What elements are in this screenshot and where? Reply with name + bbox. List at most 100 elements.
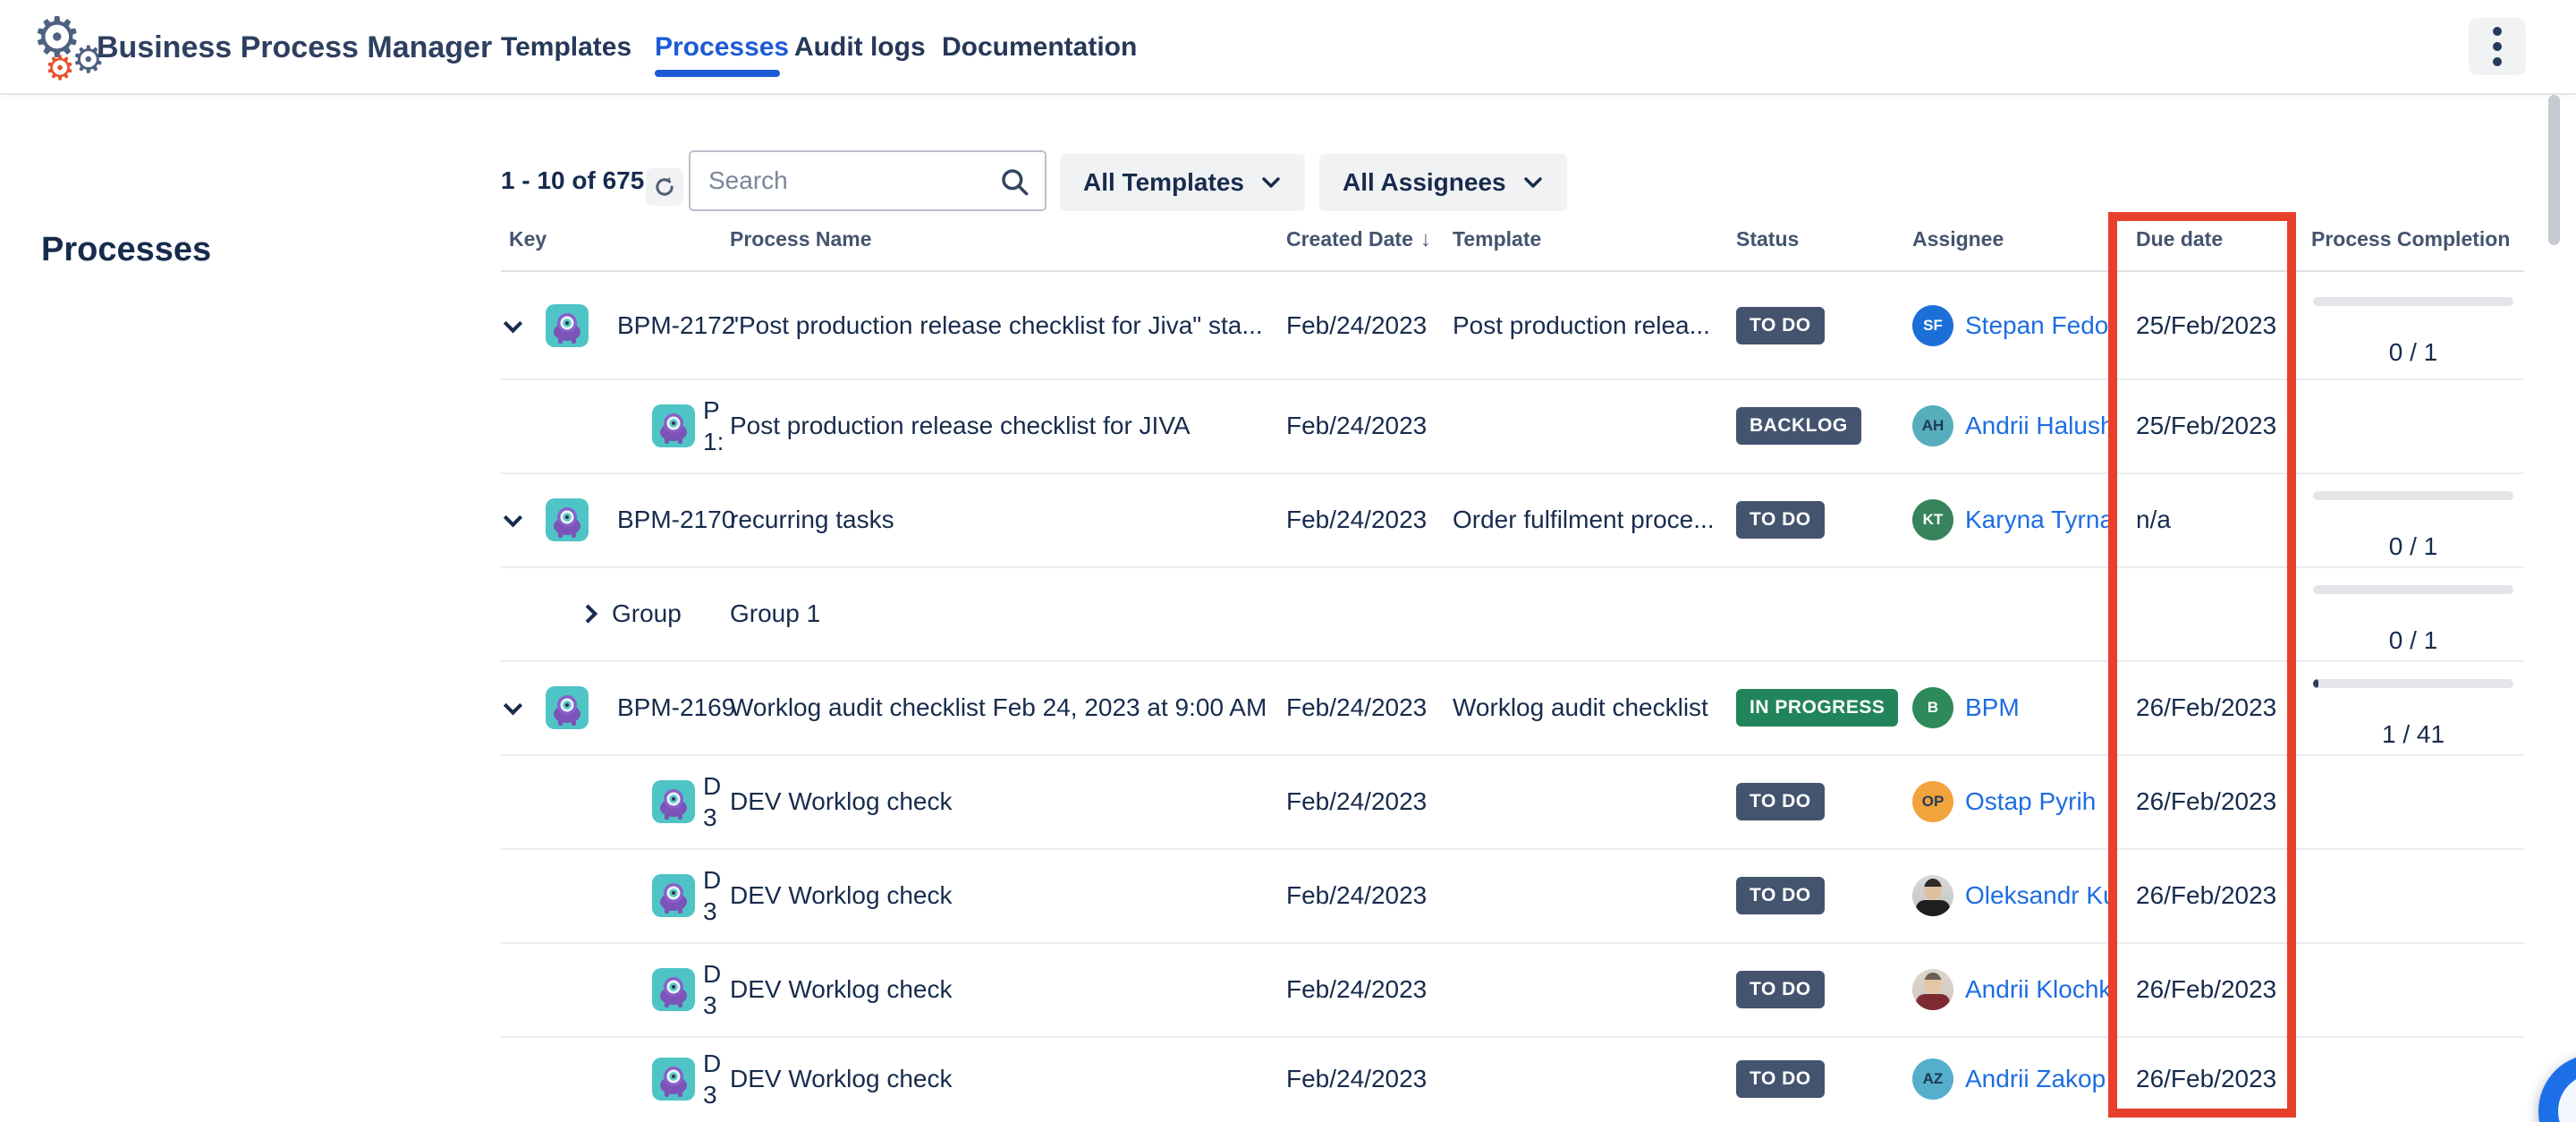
due-date: 26/Feb/2023 bbox=[2136, 787, 2276, 816]
process-icon bbox=[546, 686, 589, 729]
assignee-link[interactable]: Oleksandr Ku bbox=[1965, 881, 2115, 910]
progress-bar bbox=[2313, 297, 2513, 306]
avatar: SF bbox=[1912, 305, 1953, 346]
assignee-link[interactable]: Andrii Klochk bbox=[1965, 975, 2115, 1004]
chevron-down-icon[interactable] bbox=[504, 508, 522, 527]
assignee-link[interactable]: BPM bbox=[1965, 693, 2115, 722]
active-tab-underline bbox=[655, 70, 780, 77]
process-name[interactable]: Worklog audit checklist Feb 24, 2023 at … bbox=[730, 693, 1277, 722]
process-icon bbox=[546, 498, 589, 541]
table-row[interactable]: BPM-2169 Worklog audit checklist Feb 24,… bbox=[0, 660, 2576, 754]
due-date: 25/Feb/2023 bbox=[2136, 311, 2276, 340]
process-name[interactable]: DEV Worklog check bbox=[730, 787, 1277, 816]
template-name: Worklog audit checklist bbox=[1453, 693, 1726, 722]
process-key: D 3 bbox=[703, 864, 732, 927]
app-root: ⚙ ⚙ ⚙ Business Process Manager Templates… bbox=[0, 0, 2576, 1122]
group-name: Group 1 bbox=[730, 599, 1277, 628]
table-row-group[interactable]: Group Group 1 0 / 1 bbox=[0, 566, 2576, 660]
due-date: 26/Feb/2023 bbox=[2136, 881, 2276, 910]
created-date: Feb/24/2023 bbox=[1286, 881, 1427, 910]
progress-label: 0 / 1 bbox=[2313, 532, 2513, 561]
assignee-link[interactable]: Ostap Pyrih bbox=[1965, 787, 2115, 816]
table-row[interactable]: D 3 DEV Worklog check Feb/24/2023 TO DO … bbox=[0, 754, 2576, 848]
chevron-down-icon[interactable] bbox=[504, 314, 522, 333]
assignee-link[interactable]: Stepan Fedor bbox=[1965, 311, 2115, 340]
template-name: Order fulfilment proce... bbox=[1453, 506, 1726, 534]
assignee-link[interactable]: Karyna Tyrna bbox=[1965, 506, 2115, 534]
assignee-link[interactable]: Andrii Halush bbox=[1965, 412, 2115, 440]
created-date: Feb/24/2023 bbox=[1286, 311, 1427, 340]
avatar: B bbox=[1912, 687, 1953, 728]
process-icon bbox=[546, 304, 589, 347]
gear-icon: ⚙ bbox=[45, 52, 75, 86]
avatar: KT bbox=[1912, 499, 1953, 540]
template-name: Post production relea... bbox=[1453, 311, 1726, 340]
progress-label: 0 / 1 bbox=[2313, 338, 2513, 367]
status-badge: TO DO bbox=[1736, 877, 1825, 914]
table-row[interactable]: D 3 DEV Worklog check Feb/24/2023 TO DO … bbox=[0, 942, 2576, 1036]
process-icon bbox=[652, 1058, 695, 1101]
table-row[interactable]: BPM-2172 "Post production release checkl… bbox=[0, 272, 2576, 378]
assignee-link[interactable]: Andrii Zakop bbox=[1965, 1065, 2115, 1093]
app-header: ⚙ ⚙ ⚙ Business Process Manager Templates… bbox=[0, 0, 2576, 95]
table-row[interactable]: D 3 DEV Worklog check Feb/24/2023 TO DO … bbox=[0, 1036, 2576, 1122]
avatar-photo bbox=[1912, 969, 1953, 1010]
process-icon bbox=[652, 874, 695, 917]
process-key: D 3 bbox=[703, 770, 732, 833]
status-badge: IN PROGRESS bbox=[1736, 689, 1898, 727]
process-icon bbox=[652, 968, 695, 1011]
process-icon bbox=[652, 780, 695, 823]
kebab-menu-button[interactable] bbox=[2469, 18, 2526, 75]
process-key: D 3 bbox=[703, 958, 732, 1021]
status-badge: TO DO bbox=[1736, 1060, 1825, 1098]
created-date: Feb/24/2023 bbox=[1286, 506, 1427, 534]
chevron-right-icon[interactable] bbox=[579, 604, 597, 623]
avatar: OP bbox=[1912, 781, 1953, 822]
status-badge: TO DO bbox=[1736, 971, 1825, 1008]
tab-templates[interactable]: Templates bbox=[501, 0, 631, 95]
table-row[interactable]: D 3 DEV Worklog check Feb/24/2023 TO DO … bbox=[0, 848, 2576, 942]
due-date: n/a bbox=[2136, 506, 2171, 534]
table-row[interactable]: BPM-2170 recurring tasks Feb/24/2023 Ord… bbox=[0, 472, 2576, 566]
process-key: BPM-2172 bbox=[617, 311, 735, 340]
progress-label: 1 / 41 bbox=[2313, 720, 2513, 749]
process-key: D 3 bbox=[703, 1048, 732, 1110]
progress-bar bbox=[2313, 491, 2513, 500]
progress-bar bbox=[2313, 679, 2513, 688]
due-date: 26/Feb/2023 bbox=[2136, 693, 2276, 722]
process-table: BPM-2172 "Post production release checkl… bbox=[0, 0, 2576, 1122]
avatar-photo bbox=[1912, 875, 1953, 916]
table-row[interactable]: P 1: Post production release checklist f… bbox=[0, 378, 2576, 472]
avatar: AH bbox=[1912, 405, 1953, 446]
avatar: AZ bbox=[1912, 1058, 1953, 1100]
process-name[interactable]: DEV Worklog check bbox=[730, 881, 1277, 910]
tab-audit-logs[interactable]: Audit logs bbox=[794, 0, 926, 95]
created-date: Feb/24/2023 bbox=[1286, 787, 1427, 816]
group-key: Group bbox=[612, 599, 682, 628]
process-name[interactable]: DEV Worklog check bbox=[730, 975, 1277, 1004]
status-badge: TO DO bbox=[1736, 783, 1825, 820]
chevron-down-icon[interactable] bbox=[504, 696, 522, 715]
process-key: P 1: bbox=[703, 395, 732, 457]
process-key: BPM-2169 bbox=[617, 693, 735, 722]
process-name[interactable]: recurring tasks bbox=[730, 506, 1277, 534]
tab-processes[interactable]: Processes bbox=[655, 0, 789, 95]
process-name[interactable]: "Post production release checklist for J… bbox=[730, 311, 1277, 340]
status-badge: TO DO bbox=[1736, 307, 1825, 344]
created-date: Feb/24/2023 bbox=[1286, 975, 1427, 1004]
tab-documentation[interactable]: Documentation bbox=[942, 0, 1137, 95]
created-date: Feb/24/2023 bbox=[1286, 693, 1427, 722]
progress-label: 0 / 1 bbox=[2313, 626, 2513, 655]
due-date: 26/Feb/2023 bbox=[2136, 975, 2276, 1004]
vertical-scrollbar-thumb[interactable] bbox=[2548, 95, 2560, 245]
process-name[interactable]: DEV Worklog check bbox=[730, 1065, 1277, 1093]
progress-bar bbox=[2313, 585, 2513, 594]
process-key: BPM-2170 bbox=[617, 506, 735, 534]
app-logo: ⚙ ⚙ ⚙ bbox=[20, 4, 106, 91]
app-title: Business Process Manager bbox=[97, 0, 492, 95]
status-badge: BACKLOG bbox=[1736, 407, 1861, 445]
due-date: 26/Feb/2023 bbox=[2136, 1065, 2276, 1093]
due-date: 25/Feb/2023 bbox=[2136, 412, 2276, 440]
created-date: Feb/24/2023 bbox=[1286, 412, 1427, 440]
process-name[interactable]: Post production release checklist for JI… bbox=[730, 412, 1277, 440]
